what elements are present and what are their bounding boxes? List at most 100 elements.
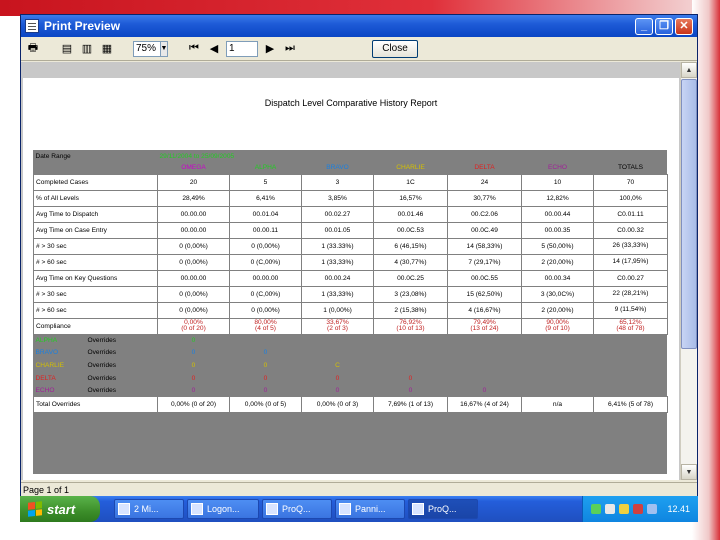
metric-label: Avg Time on Key Questions <box>33 269 158 287</box>
taskbar-item[interactable]: Logon... <box>187 499 259 519</box>
override-cell <box>522 334 594 347</box>
metric-cell: 30,77% <box>447 189 522 207</box>
minimize-button[interactable]: _ <box>635 17 653 35</box>
metric-cell: 4 (30,77%) <box>373 253 448 271</box>
metric-cell: 0,00% (0 of 20) <box>157 317 230 335</box>
start-button[interactable]: start <box>20 496 100 522</box>
antivirus-icon[interactable] <box>633 504 644 514</box>
metric-cell: 0 (C,00%) <box>229 253 302 271</box>
windows-logo-icon <box>28 501 42 517</box>
metric-cell: 0 (0,00%) <box>229 301 302 319</box>
taskbar-item[interactable]: ProQ... <box>262 499 332 519</box>
system-tray: 12.41 <box>582 496 698 522</box>
metric-cell: 1 (33.33%) <box>301 237 374 255</box>
override-cell <box>448 372 522 385</box>
metric-cell: 6,41% <box>229 189 302 207</box>
outlook-icon <box>118 503 130 515</box>
metric-cell: 00.01.04 <box>229 205 302 223</box>
override-cell: 0 <box>191 361 196 369</box>
override-cell <box>522 359 594 372</box>
override-row: CHARLIE Overrides 0 0 C <box>34 359 668 372</box>
title-bar[interactable]: Print Preview _ ❐ ✕ <box>21 15 697 37</box>
last-page-icon[interactable]: ⏭ <box>282 41 298 57</box>
override-text: Overrides <box>87 337 117 345</box>
metric-cell: 28,49% <box>157 189 230 207</box>
override-cell: 0 <box>482 386 487 394</box>
taskbar-item[interactable]: Panni... <box>335 499 405 519</box>
metric-cell: 1C <box>373 173 448 191</box>
report-table: Date Range 29/11/2004 to 25/09/2005 OMEG… <box>33 150 668 414</box>
display-icon[interactable] <box>647 504 658 514</box>
metric-cell: 4 (16,67%) <box>447 301 522 319</box>
maximize-button[interactable]: ❐ <box>655 17 673 35</box>
zoom-select[interactable]: 75% <box>133 40 161 57</box>
metric-cell: 22 (28,21%) <box>593 285 668 303</box>
app-icon <box>412 503 424 515</box>
metric-cell: 3 (30,0C%) <box>521 285 594 303</box>
metric-cell: 79,49% (13 of 24) <box>447 317 522 335</box>
metric-cell: 00.00.00 <box>157 221 230 239</box>
page-number-input[interactable]: 1 <box>226 40 258 57</box>
override-row: ECHO Overrides 0 0 0 0 0 <box>34 384 668 397</box>
metric-cell: 00.00.00 <box>157 205 230 223</box>
override-cell <box>374 334 448 347</box>
scroll-down-icon[interactable]: ▼ <box>681 464 697 480</box>
taskbar-item[interactable]: ProQ... <box>408 499 478 519</box>
override-cell: 0 <box>263 386 268 394</box>
scroll-thumb[interactable] <box>681 79 697 349</box>
metric-cell: 20 <box>157 173 230 191</box>
vertical-scrollbar[interactable]: ▲ ▼ <box>680 62 697 480</box>
metric-cell: 2 (20,00%) <box>521 301 594 319</box>
metric-cell: 3 <box>301 173 374 191</box>
override-label: ALPHA Overrides <box>34 334 158 347</box>
metric-cell: 00.00.00 <box>157 269 230 287</box>
override-row: ALPHA Overrides 0 <box>34 334 668 347</box>
report-page: Dispatch Level Comparative History Repor… <box>23 78 679 480</box>
metric-row: % of All Levels 28,49% 6,41% 3,85% 16,57% 30,… <box>33 189 668 207</box>
one-page-icon[interactable]: ▤ <box>59 41 75 57</box>
metric-cell: 12,82% <box>521 189 594 207</box>
total-overrides-cell: 16,67% (4 of 24) <box>447 396 522 414</box>
total-overrides-row: Total Overrides 0,00% (0 of 20) 0,00% (0… <box>33 396 668 414</box>
override-cell <box>374 347 448 360</box>
taskbar-item[interactable]: 2 Mi... <box>114 499 184 519</box>
metric-label: Completed Cases <box>33 173 158 191</box>
override-cell <box>522 347 594 360</box>
close-button[interactable]: Close <box>372 39 418 58</box>
taskbar: start 2 Mi... Logon... ProQ... Panni... … <box>20 496 698 522</box>
override-text: Overrides <box>87 374 117 382</box>
metric-cell: 26 (33,33%) <box>593 237 668 255</box>
override-cell: 0 <box>263 361 268 369</box>
multiple-pages-icon[interactable]: ▦ <box>99 41 115 57</box>
shield-icon[interactable] <box>619 504 630 514</box>
scroll-up-icon[interactable]: ▲ <box>681 62 697 78</box>
metric-label: # > 30 sec <box>33 285 158 303</box>
total-overrides-cell: 0,00% (0 of 5) <box>229 396 302 414</box>
network-icon[interactable] <box>591 504 602 514</box>
metric-cell: 00.C2.06 <box>447 205 522 223</box>
override-label: ECHO Overrides <box>34 384 158 397</box>
volume-icon[interactable] <box>605 504 616 514</box>
preview-viewport[interactable]: Dispatch Level Comparative History Repor… <box>21 62 681 480</box>
total-overrides-cell: 0,00% (0 of 20) <box>157 396 230 414</box>
chevron-down-icon[interactable]: ▼ <box>160 40 168 57</box>
close-window-button[interactable]: ✕ <box>675 17 693 35</box>
override-cell <box>448 334 522 347</box>
metric-label: # > 30 sec <box>33 237 158 255</box>
metric-cell: 00.0C.49 <box>447 221 522 239</box>
override-cell <box>448 359 522 372</box>
metric-label: Compliance <box>33 317 158 335</box>
two-pages-icon[interactable]: ▥ <box>79 41 95 57</box>
print-icon[interactable]: 🖶 <box>25 41 41 57</box>
next-page-icon[interactable]: ▶ <box>262 41 278 57</box>
total-overrides-label: Total Overrides <box>33 396 158 414</box>
override-cell: 0 <box>263 349 268 357</box>
window-controls: _ ❐ ✕ <box>635 17 697 35</box>
preview-toolbar: 🖶 ▤ ▥ ▦ 75% ▼ ⏮ ◀ 1 ▶ ⏭ Close <box>21 37 697 61</box>
previous-page-icon[interactable]: ◀ <box>206 41 222 57</box>
metric-cell: 00.00.44 <box>521 205 594 223</box>
task-list: 2 Mi... Logon... ProQ... Panni... ProQ..… <box>114 499 478 519</box>
metric-cell: 76,92% (10 of 13) <box>373 317 448 335</box>
report-title: Dispatch Level Comparative History Repor… <box>264 98 438 108</box>
first-page-icon[interactable]: ⏮ <box>186 41 202 57</box>
